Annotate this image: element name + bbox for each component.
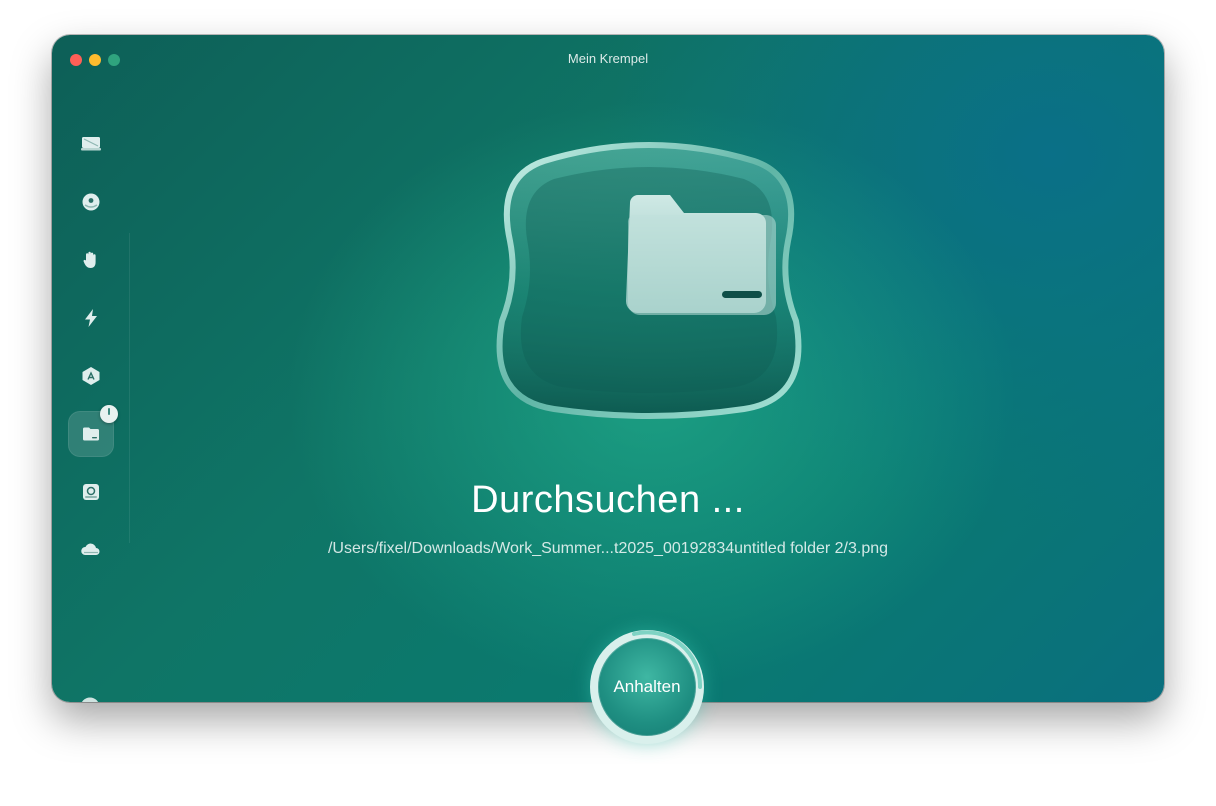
assistant-button[interactable] (78, 695, 102, 702)
window-title: Mein Krempel (567, 51, 649, 66)
progress-badge (100, 405, 118, 423)
bolt-icon (85, 309, 97, 327)
sidebar-item-protection[interactable] (68, 237, 114, 283)
disc-icon (82, 193, 100, 211)
hand-icon (83, 251, 96, 268)
sidebar-item-applications[interactable] (68, 353, 114, 399)
app-store-icon (82, 367, 100, 385)
scan-status-title: Durchsuchen ... (471, 479, 745, 521)
current-scan-path: /Users/fixel/Downloads/Work_Summer...t20… (327, 540, 889, 557)
stop-control: Anhalten (590, 630, 704, 744)
sidebar-item-my-clutter[interactable] (68, 405, 118, 457)
sidebar-item-performance[interactable] (68, 295, 114, 341)
monitor-icon (81, 137, 101, 151)
app-window: Mein Krempel Durchsuchen ... /Users/fixe… (52, 35, 1164, 702)
clutter-illustration (496, 142, 802, 419)
sidebar-item-smart-scan[interactable] (68, 121, 114, 167)
folder-icon (83, 427, 99, 441)
sidebar (52, 83, 130, 702)
title-bar: Mein Krempel (52, 35, 1164, 83)
assistant-icon (81, 697, 99, 702)
stop-button[interactable]: Anhalten (598, 638, 696, 736)
sidebar-item-cleanup[interactable] (68, 179, 114, 225)
